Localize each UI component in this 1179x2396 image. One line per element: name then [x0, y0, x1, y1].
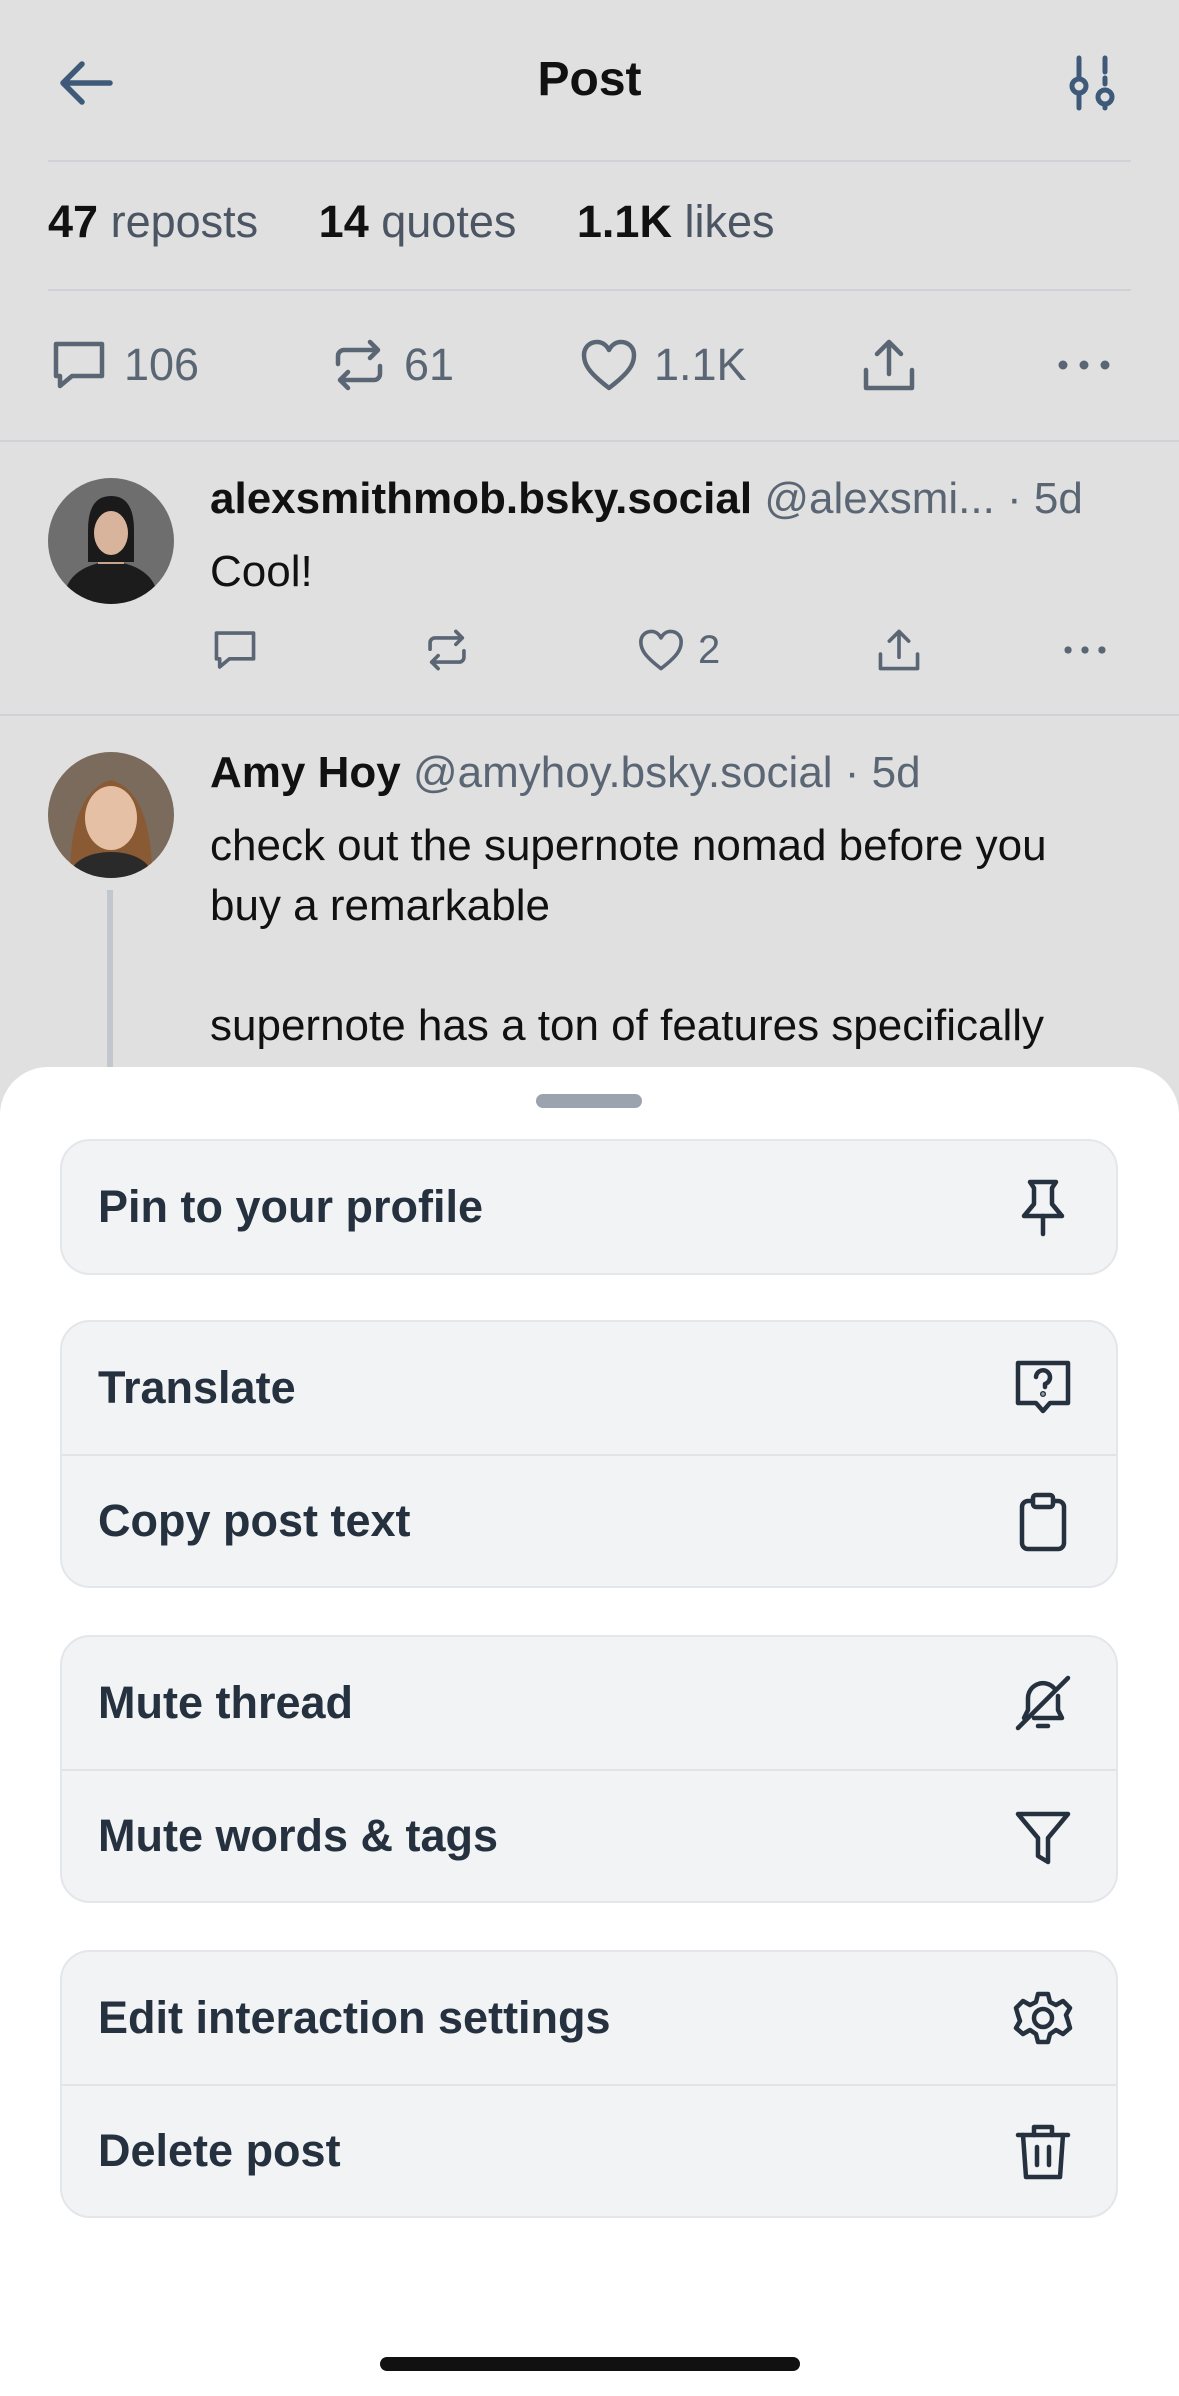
comment-icon — [53, 341, 105, 389]
share-button[interactable] — [874, 622, 936, 678]
display-name[interactable]: alexsmithmob.bsky.social — [210, 474, 752, 523]
reply-button[interactable]: 106 — [48, 330, 199, 400]
repost-count: 61 — [404, 339, 455, 390]
ellipsis-icon — [1058, 360, 1110, 370]
like-button[interactable]: 1.1K — [578, 330, 747, 400]
ellipsis-icon — [1064, 646, 1106, 654]
handle[interactable]: @amyhoy.bsky.social · 5d — [413, 748, 921, 797]
thread-line — [107, 890, 113, 1070]
post-options-sheet: Pin to your profile Translate Copy post … — [0, 1067, 1179, 2396]
menu-item-label: Copy post text — [98, 1495, 411, 1546]
share-icon — [878, 629, 920, 671]
menu-item-label: Translate — [98, 1362, 296, 1413]
post-stats: 47 reposts 14 quotes 1.1K likes — [48, 196, 823, 248]
menu-item-label: Mute words & tags — [98, 1810, 499, 1861]
menu-group: Mute thread Mute words & tags — [60, 1635, 1118, 1903]
display-name[interactable]: Amy Hoy — [210, 748, 401, 797]
gear-icon — [1010, 1985, 1076, 2051]
repost-icon — [428, 629, 466, 671]
divider — [0, 714, 1179, 716]
comment-icon — [214, 631, 256, 669]
menu-group: Edit interaction settings Delete post — [60, 1950, 1118, 2218]
menu-item-label: Pin to your profile — [98, 1181, 484, 1232]
timestamp: · 5d — [994, 474, 1083, 523]
like-count: 2 — [698, 627, 721, 672]
repost-button[interactable] — [422, 622, 484, 678]
share-icon — [863, 339, 915, 391]
menu-item-label: Delete post — [98, 2125, 341, 2176]
trash-icon — [1010, 2119, 1076, 2185]
heart-icon — [639, 629, 683, 671]
stat-reposts[interactable]: 47 reposts — [48, 196, 258, 248]
handle[interactable]: @alexsmi... — [764, 474, 994, 523]
like-button[interactable]: 2 — [636, 622, 720, 678]
more-button[interactable] — [1060, 622, 1122, 678]
translate-icon — [1010, 1355, 1076, 1421]
avatar[interactable] — [48, 478, 174, 604]
home-indicator[interactable] — [380, 2357, 800, 2371]
copy-post-text-item[interactable]: Copy post text — [62, 1454, 1116, 1586]
stat-likes[interactable]: 1.1K likes — [577, 196, 775, 248]
more-button[interactable] — [1053, 330, 1129, 400]
mute-thread-item[interactable]: Mute thread — [62, 1637, 1116, 1769]
mute-words-tags-item[interactable]: Mute words & tags — [62, 1769, 1116, 1901]
post-actions: 106 61 1.1K — [48, 330, 1131, 400]
divider — [0, 440, 1179, 442]
menu-group: Pin to your profile — [60, 1139, 1118, 1275]
share-button[interactable] — [858, 330, 934, 400]
reply-actions: 2 — [210, 622, 1131, 678]
reply-text: Cool! — [210, 547, 313, 596]
heart-icon — [581, 339, 637, 391]
filter-icon — [1010, 1804, 1076, 1870]
delete-post-item[interactable]: Delete post — [62, 2084, 1116, 2216]
repost-icon — [335, 339, 383, 391]
repost-button[interactable]: 61 — [328, 330, 454, 400]
divider — [48, 289, 1131, 291]
like-count: 1.1K — [654, 339, 747, 390]
page-title: Post — [537, 53, 642, 106]
pin-icon — [1010, 1174, 1076, 1240]
stat-quotes[interactable]: 14 quotes — [319, 196, 517, 248]
reply-count: 106 — [124, 339, 200, 390]
clipboard-icon — [1010, 1489, 1076, 1555]
edit-interaction-settings-item[interactable]: Edit interaction settings — [62, 1952, 1116, 2084]
menu-item-label: Edit interaction settings — [98, 1992, 611, 2043]
sliders-icon[interactable] — [1057, 48, 1127, 118]
reply-button[interactable] — [210, 622, 272, 678]
reply-text: check out the supernote nomad before you… — [210, 821, 1047, 1050]
sheet-drag-handle[interactable] — [536, 1094, 642, 1108]
menu-group: Translate Copy post text — [60, 1320, 1118, 1588]
pin-to-profile-item[interactable]: Pin to your profile — [62, 1141, 1116, 1273]
avatar[interactable] — [48, 752, 174, 878]
divider — [48, 160, 1131, 162]
top-bar: Post — [0, 0, 1179, 160]
menu-item-label: Mute thread — [98, 1677, 354, 1728]
bell-slash-icon — [1010, 1670, 1076, 1736]
translate-item[interactable]: Translate — [62, 1322, 1116, 1454]
